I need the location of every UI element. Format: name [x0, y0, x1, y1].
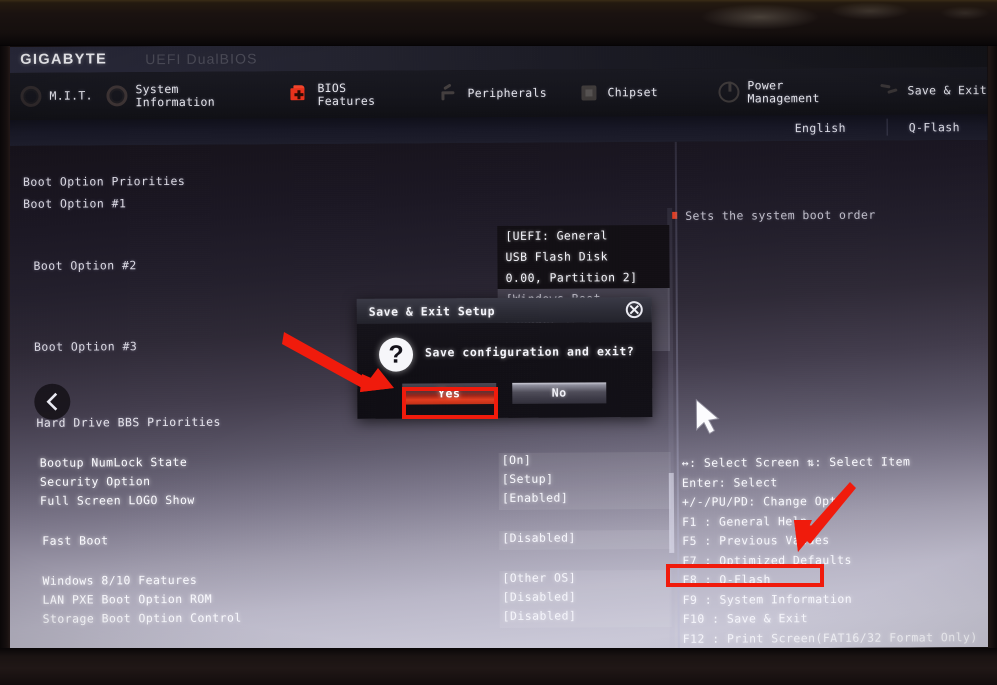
- chevron-left-icon: [46, 392, 58, 411]
- nav-item-save-and-exit[interactable]: Save & Exit: [878, 67, 987, 115]
- help-description: Sets the system boot order: [685, 207, 876, 223]
- setting-value-full-screen-logo[interactable]: [Enabled]: [502, 491, 568, 505]
- close-icon: [629, 304, 640, 315]
- table-row[interactable]: Full Screen LOGO Show [Enabled]: [9, 489, 677, 513]
- folder-plus-icon: [288, 84, 309, 105]
- photo-of-monitor: GIGABYTE UEFI DualBIOS M.I.T. System Inf…: [0, 0, 997, 685]
- value-line: 0.00, Partition 2]: [505, 270, 638, 285]
- chip-icon: [578, 82, 599, 103]
- annotation-box-f10-save-and-exit: [666, 564, 824, 587]
- setting-label-hard-drive-bbs: Hard Drive BBS Priorities: [36, 414, 221, 430]
- table-row[interactable]: Fast Boot [Disabled]: [9, 529, 677, 553]
- setting-label-fast-boot: Fast Boot: [42, 533, 109, 548]
- dialog-title: Save & Exit Setup: [368, 303, 496, 319]
- settings-scrollbar-thumb[interactable]: [668, 472, 675, 553]
- section-title: Boot Option Priorities: [22, 173, 186, 189]
- value-line: USB Flash Disk: [505, 249, 609, 264]
- monitor-bezel-bottom: [0, 648, 997, 685]
- mouse-cursor-arrow-pointer: [695, 398, 720, 435]
- gear-icon: [106, 85, 128, 107]
- uefi-dualbios-label: UEFI DualBIOS: [145, 50, 258, 68]
- qflash-button[interactable]: Q-Flash: [909, 120, 960, 134]
- monitor-bezel-left: [0, 40, 10, 655]
- nav-label-peripherals: Peripherals: [467, 85, 547, 101]
- shortcut-f12-print-screen: F12 : Print Screen(FAT16/32 Format Only): [682, 629, 978, 646]
- setting-label-storage-boot-control: Storage Boot Option Control: [42, 610, 242, 626]
- plug-icon: [438, 83, 459, 104]
- table-row[interactable]: Storage Boot Option Control [Disabled]: [10, 607, 678, 631]
- previous-page-button[interactable]: [34, 383, 71, 420]
- divider: [886, 118, 888, 136]
- monitor-bezel-top: [0, 0, 997, 46]
- nav-item-power-management[interactable]: Power Management: [718, 68, 820, 116]
- setting-value-bootup-numlock[interactable]: [On]: [502, 453, 532, 467]
- nav-label-save-and-exit: Save & Exit: [907, 83, 987, 98]
- nav-label-system-information: System Information: [135, 81, 216, 109]
- shortcut-f10-save-and-exit: F10 : Save & Exit: [682, 611, 809, 626]
- setting-label-boot-option-2: Boot Option #2: [33, 258, 137, 273]
- setting-label-bootup-numlock: Bootup NumLock State: [39, 454, 188, 470]
- setting-value-lan-pxe-rom[interactable]: [Disabled]: [502, 590, 576, 604]
- no-button[interactable]: No: [512, 382, 607, 404]
- main-nav: M.I.T. System Information BIOS Features …: [6, 67, 988, 121]
- close-circle-icon[interactable]: [625, 301, 643, 319]
- setting-value-security-option[interactable]: [Setup]: [502, 472, 554, 486]
- nav-item-mit[interactable]: M.I.T.: [20, 72, 93, 119]
- setting-label-lan-pxe-rom: LAN PXE Boot Option ROM: [42, 591, 213, 607]
- language-selector[interactable]: English: [795, 121, 846, 135]
- nav-label-chipset: Chipset: [607, 85, 659, 100]
- setting-label-boot-option-3: Boot Option #3: [33, 339, 138, 354]
- nav-item-chipset[interactable]: Chipset: [578, 69, 658, 116]
- nav-label-bios-features: BIOS Features: [317, 80, 376, 108]
- setting-label-windows-features: Windows 8/10 Features: [42, 572, 198, 588]
- setting-value-fast-boot[interactable]: [Disabled]: [502, 531, 576, 545]
- nav-item-system-information[interactable]: System Information: [106, 72, 215, 120]
- setting-label-security-option: Security Option: [39, 474, 151, 489]
- setting-label-boot-option-1: Boot Option #1: [23, 196, 127, 211]
- value-line: [UEFI: General: [505, 228, 608, 243]
- nav-label-power-management: Power Management: [747, 78, 820, 105]
- setting-value-boot-option-1[interactable]: [UEFI: General USB Flash Disk 0.00, Part…: [497, 224, 670, 290]
- annotation-box-yes-button: [402, 387, 498, 419]
- annotation-arrow-to-yes: [282, 332, 394, 392]
- setting-label-full-screen-logo: Full Screen LOGO Show: [39, 492, 195, 508]
- gigabyte-logo: GIGABYTE: [20, 51, 108, 68]
- power-icon: [718, 81, 740, 103]
- monitor-bezel-right: [988, 40, 997, 655]
- exit-door-icon: [878, 81, 899, 102]
- bios-screen: GIGABYTE UEFI DualBIOS M.I.T. System Inf…: [6, 41, 991, 653]
- gear-icon: [20, 85, 42, 107]
- nav-item-peripherals[interactable]: Peripherals: [438, 70, 547, 118]
- shortcut-select-screen: ↔: Select Screen ⇅: Select Item: [681, 454, 911, 470]
- nav-item-bios-features[interactable]: BIOS Features: [288, 71, 375, 119]
- setting-value-storage-boot-control[interactable]: [Disabled]: [503, 609, 577, 623]
- dialog-message: Save configuration and exit?: [424, 344, 635, 360]
- dialog-title-bar: Save & Exit Setup: [356, 297, 652, 324]
- nav-label-mit: M.I.T.: [49, 88, 93, 103]
- annotation-arrow-to-f10: [794, 482, 856, 552]
- shortcut-f9-system-information: F9 : System Information: [682, 591, 853, 607]
- setting-value-windows-features[interactable]: [Other OS]: [502, 571, 576, 585]
